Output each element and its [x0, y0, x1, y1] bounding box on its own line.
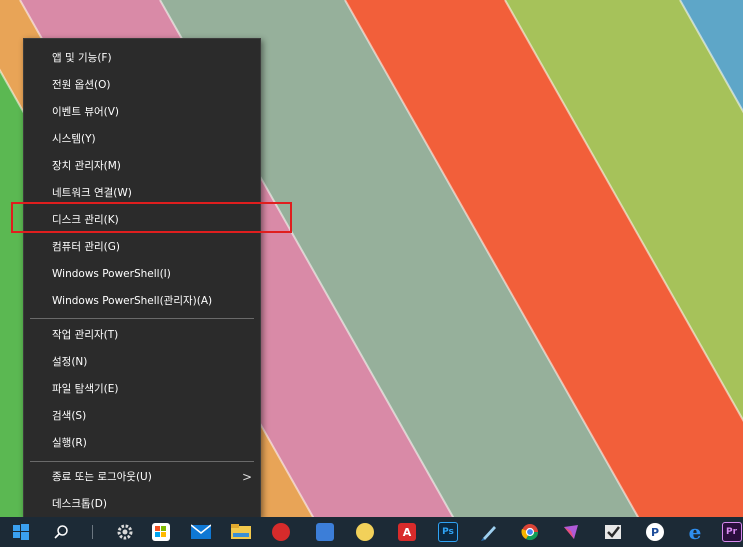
menu-item-task-manager[interactable]: 작업 관리자(T) [24, 322, 260, 349]
blue-app-icon [316, 523, 334, 541]
red-app-icon [272, 523, 290, 541]
menu-item-label: 검색(S) [52, 410, 87, 422]
settings-gear-icon [117, 524, 133, 540]
mail-icon [191, 524, 211, 539]
menu-item-device-manager[interactable]: 장치 관리자(M) [24, 153, 260, 180]
photoshop-icon: Ps [438, 522, 458, 542]
taskbar-app-settings[interactable] [112, 517, 138, 547]
taskbar-app-file-explorer[interactable] [228, 517, 254, 547]
edge-icon: e [688, 520, 702, 544]
menu-item-label: Windows PowerShell(관리자)(A) [52, 295, 213, 307]
search-icon [54, 525, 68, 539]
menu-item-file-explorer[interactable]: 파일 탐색기(E) [24, 376, 260, 403]
menu-item-system[interactable]: 시스템(Y) [24, 126, 260, 153]
menu-item-label: 작업 관리자(T) [52, 329, 119, 341]
menu-item-label: 데스크톱(D) [52, 498, 107, 510]
p-app-icon: P [646, 523, 664, 541]
file-explorer-icon [231, 524, 251, 539]
menu-item-label: 장치 관리자(M) [52, 160, 121, 172]
menu-item-label: 이벤트 뷰어(V) [52, 106, 120, 118]
menu-item-label: 설정(N) [52, 356, 88, 368]
highlight-box [11, 202, 292, 233]
taskbar-app-colorful[interactable] [558, 517, 584, 547]
windows-logo-icon [13, 524, 29, 540]
menu-item-label: 컴퓨터 관리(G) [52, 241, 120, 253]
store-icon [152, 523, 170, 541]
menu-item-label: Windows PowerShell(I) [52, 268, 171, 280]
mascot-app-icon [356, 523, 374, 541]
taskbar-app-store[interactable] [148, 517, 174, 547]
menu-item-computer-management[interactable]: 컴퓨터 관리(G) [24, 234, 260, 261]
premiere-icon: Pr [721, 522, 742, 542]
menu-separator [30, 318, 254, 319]
checkmark-app-icon [605, 525, 621, 539]
menu-item-label: 앱 및 기능(F) [52, 52, 112, 64]
menu-item-label: 실행(R) [52, 437, 87, 449]
colorful-app-icon [564, 525, 578, 539]
menu-item-run[interactable]: 실행(R) [24, 430, 260, 457]
menu-item-desktop[interactable]: 데스크톱(D) [24, 491, 260, 518]
menu-item-settings[interactable]: 설정(N) [24, 349, 260, 376]
taskbar-app-red[interactable] [268, 517, 294, 547]
taskbar-app-mascot[interactable] [352, 517, 378, 547]
taskbar-app-mail[interactable] [188, 517, 214, 547]
chevron-right-icon: > [241, 470, 252, 484]
menu-item-power-options[interactable]: 전원 옵션(O) [24, 72, 260, 99]
pen-app-icon [481, 526, 496, 541]
taskbar-app-photoshop[interactable]: Ps [435, 517, 461, 547]
menu-item-shutdown-signout[interactable]: 종료 또는 로그아웃(U) > [24, 464, 260, 491]
acrobat-icon: A [398, 523, 416, 541]
taskbar-app-acrobat[interactable]: A [394, 517, 420, 547]
menu-item-label: 시스템(Y) [52, 133, 96, 145]
winx-context-menu: 앱 및 기능(F) 전원 옵션(O) 이벤트 뷰어(V) 시스템(Y) 장치 관… [23, 38, 261, 518]
chrome-icon [521, 524, 539, 541]
menu-separator [30, 461, 254, 462]
menu-item-event-viewer[interactable]: 이벤트 뷰어(V) [24, 99, 260, 126]
taskbar: A Ps P e Pr [0, 517, 743, 547]
start-button[interactable] [6, 517, 36, 547]
taskbar-app-checkmark[interactable] [600, 517, 626, 547]
taskbar-app-chrome[interactable] [517, 517, 543, 547]
taskbar-divider [92, 525, 93, 539]
menu-item-powershell-admin[interactable]: Windows PowerShell(관리자)(A) [24, 288, 260, 315]
menu-item-label: 전원 옵션(O) [52, 79, 111, 91]
taskbar-app-pen[interactable] [476, 517, 502, 547]
menu-item-powershell[interactable]: Windows PowerShell(I) [24, 261, 260, 288]
taskbar-search-button[interactable] [48, 517, 74, 547]
menu-item-label: 네트워크 연결(W) [52, 187, 132, 199]
taskbar-app-premiere[interactable]: Pr [720, 517, 743, 547]
menu-item-label: 파일 탐색기(E) [52, 383, 119, 395]
menu-item-apps-features[interactable]: 앱 및 기능(F) [24, 45, 260, 72]
taskbar-app-p[interactable]: P [642, 517, 668, 547]
taskbar-app-blue[interactable] [312, 517, 338, 547]
menu-item-search[interactable]: 검색(S) [24, 403, 260, 430]
taskbar-app-edge[interactable]: e [682, 517, 708, 547]
menu-item-label: 종료 또는 로그아웃(U) [52, 471, 152, 483]
